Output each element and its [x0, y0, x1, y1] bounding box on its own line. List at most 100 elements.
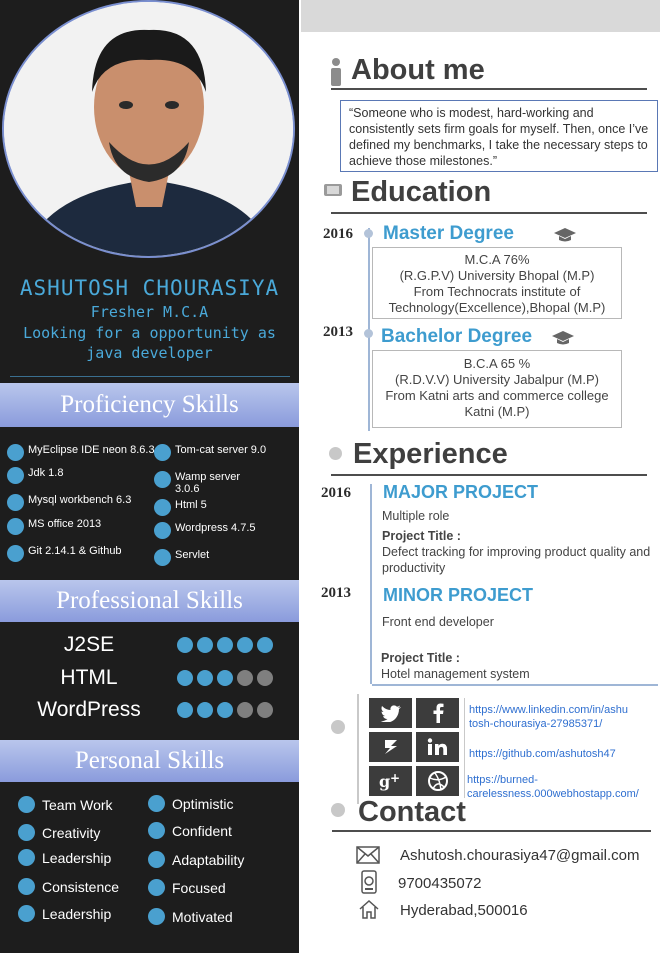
contact-email[interactable]: Ashutosh.chourasiya47@gmail.com	[400, 847, 640, 864]
bullet-icon	[154, 499, 171, 516]
edu-line: Technology(Excellence),Bhopal (M.P)	[388, 300, 606, 315]
timeline-dot	[364, 229, 373, 238]
personal-skill: Adaptability	[148, 851, 244, 868]
edu-line: M.C.A 76%	[464, 252, 530, 267]
bullet-icon	[7, 545, 24, 562]
timeline-line	[370, 484, 372, 684]
skill-item: Wordpress 4.7.5	[154, 522, 294, 539]
edu-details: M.C.A 76% (R.G.P.V) University Bhopal (M…	[372, 247, 622, 319]
social-line	[357, 694, 359, 804]
bullet-icon	[7, 444, 24, 461]
dribbble-icon[interactable]	[416, 766, 459, 796]
rating-dot-empty	[257, 702, 273, 718]
bullet-icon	[7, 518, 24, 535]
timeline-dot	[364, 329, 373, 338]
skill-item: Html 5	[154, 499, 254, 516]
skill-item: Mysql workbench 6.3	[7, 494, 157, 511]
rating-dot-filled	[197, 670, 213, 686]
profile-subtitle: Fresher M.C.A	[90, 303, 209, 321]
experience-title: Experience	[353, 438, 508, 470]
professional-skill-label: J2SE	[63, 633, 115, 656]
rating-dot-empty	[237, 702, 253, 718]
bullet-icon	[154, 549, 171, 566]
svg-text:g: g	[379, 772, 390, 791]
section-divider	[331, 474, 647, 476]
contact-title: Contact	[358, 796, 466, 828]
personal-title: Personal Skills	[0, 740, 299, 782]
bullet-icon	[7, 494, 24, 511]
rating-html	[177, 670, 277, 686]
personal-skill: Focused	[148, 879, 226, 896]
rating-dot-filled	[237, 637, 253, 653]
rating-dot-filled	[217, 637, 233, 653]
profile-tagline: Looking for a opportunity as java develo…	[0, 323, 299, 363]
rating-dot-filled	[197, 702, 213, 718]
rating-dot-filled	[217, 702, 233, 718]
person-icon	[329, 58, 343, 91]
twitter-icon[interactable]	[369, 698, 412, 728]
graduation-cap-icon	[553, 226, 577, 249]
personal-skill: Optimistic	[148, 795, 233, 812]
exp-title: MAJOR PROJECT	[383, 482, 539, 502]
bullet-icon	[148, 879, 165, 896]
facebook-icon[interactable]	[416, 698, 459, 728]
website-link[interactable]: https://burned- carelessness.000webhosta…	[467, 773, 652, 801]
bullet-icon	[7, 467, 24, 484]
bullet-icon	[148, 851, 165, 868]
section-divider	[331, 212, 647, 214]
personal-skill: Leadership	[18, 849, 111, 866]
linkedin-link[interactable]: https://www.linkedin.com/in/ashu tosh-ch…	[469, 703, 634, 731]
professional-title: Professional Skills	[0, 580, 299, 622]
phone-icon	[360, 870, 378, 899]
section-dot-icon	[331, 803, 345, 817]
contact-phone[interactable]: 9700435072	[398, 875, 481, 892]
skill-item: Jdk 1.8	[7, 467, 157, 484]
rating-j2se	[177, 637, 277, 653]
sidebar: ASHUTOSH CHOURASIYA Fresher M.C.A Lookin…	[0, 0, 299, 953]
google-plus-icon[interactable]: g +	[369, 766, 412, 796]
exp-year: 2016	[321, 485, 351, 501]
rating-dot-empty	[237, 670, 253, 686]
bullet-icon	[154, 522, 171, 539]
rating-dot-filled	[197, 637, 213, 653]
exp-title: MINOR PROJECT	[383, 585, 534, 605]
bullet-icon	[148, 795, 165, 812]
divider	[10, 376, 290, 377]
skill-item: Servlet	[154, 549, 294, 566]
edu-year: 2016	[323, 226, 353, 242]
exp-project-label: Project Title :	[381, 651, 460, 665]
about-quote: “Someone who is modest, hard-working and…	[340, 100, 658, 172]
skill-item: MS office 2013	[7, 518, 157, 535]
edu-line: (R.D.V.V) University Jabalpur (M.P)	[395, 372, 599, 387]
rating-dot-filled	[177, 637, 193, 653]
linkedin-icon[interactable]	[416, 732, 459, 762]
book-icon	[322, 181, 344, 204]
exp-role: Multiple role	[382, 509, 450, 523]
edu-degree: Master Degree	[383, 223, 514, 244]
stackoverflow-icon[interactable]	[369, 732, 412, 762]
rating-dot-filled	[177, 670, 193, 686]
edu-year: 2013	[323, 324, 353, 340]
professional-skill-label: HTML	[60, 666, 118, 689]
profile-name: ASHUTOSH CHOURASIYA	[19, 276, 280, 300]
bullet-icon	[18, 849, 35, 866]
bullet-icon	[154, 471, 171, 488]
about-title: About me	[351, 54, 485, 86]
edu-line: B.C.A 65 %	[463, 356, 531, 371]
section-dot-icon	[331, 720, 345, 734]
envelope-icon	[356, 846, 380, 869]
skill-item: MyEclipse IDE neon 8.6.3	[7, 444, 157, 461]
personal-skill: Motivated	[148, 908, 233, 925]
rating-dot-filled	[217, 670, 233, 686]
bullet-icon	[18, 878, 35, 895]
edu-line: From Technocrats institute of	[413, 284, 581, 299]
github-link[interactable]: https://github.com/ashutosh47	[469, 747, 616, 761]
bullet-icon	[18, 824, 35, 841]
exp-year: 2013	[321, 585, 351, 601]
bullet-icon	[18, 796, 35, 813]
exp-project-text: Hotel management system	[381, 667, 530, 681]
edu-line: (R.G.P.V) University Bhopal (M.P)	[399, 268, 595, 283]
skill-item: Wamp server 3.0.6	[154, 471, 254, 495]
proficiency-title: Proficiency Skills	[0, 383, 299, 427]
section-divider	[331, 88, 647, 90]
